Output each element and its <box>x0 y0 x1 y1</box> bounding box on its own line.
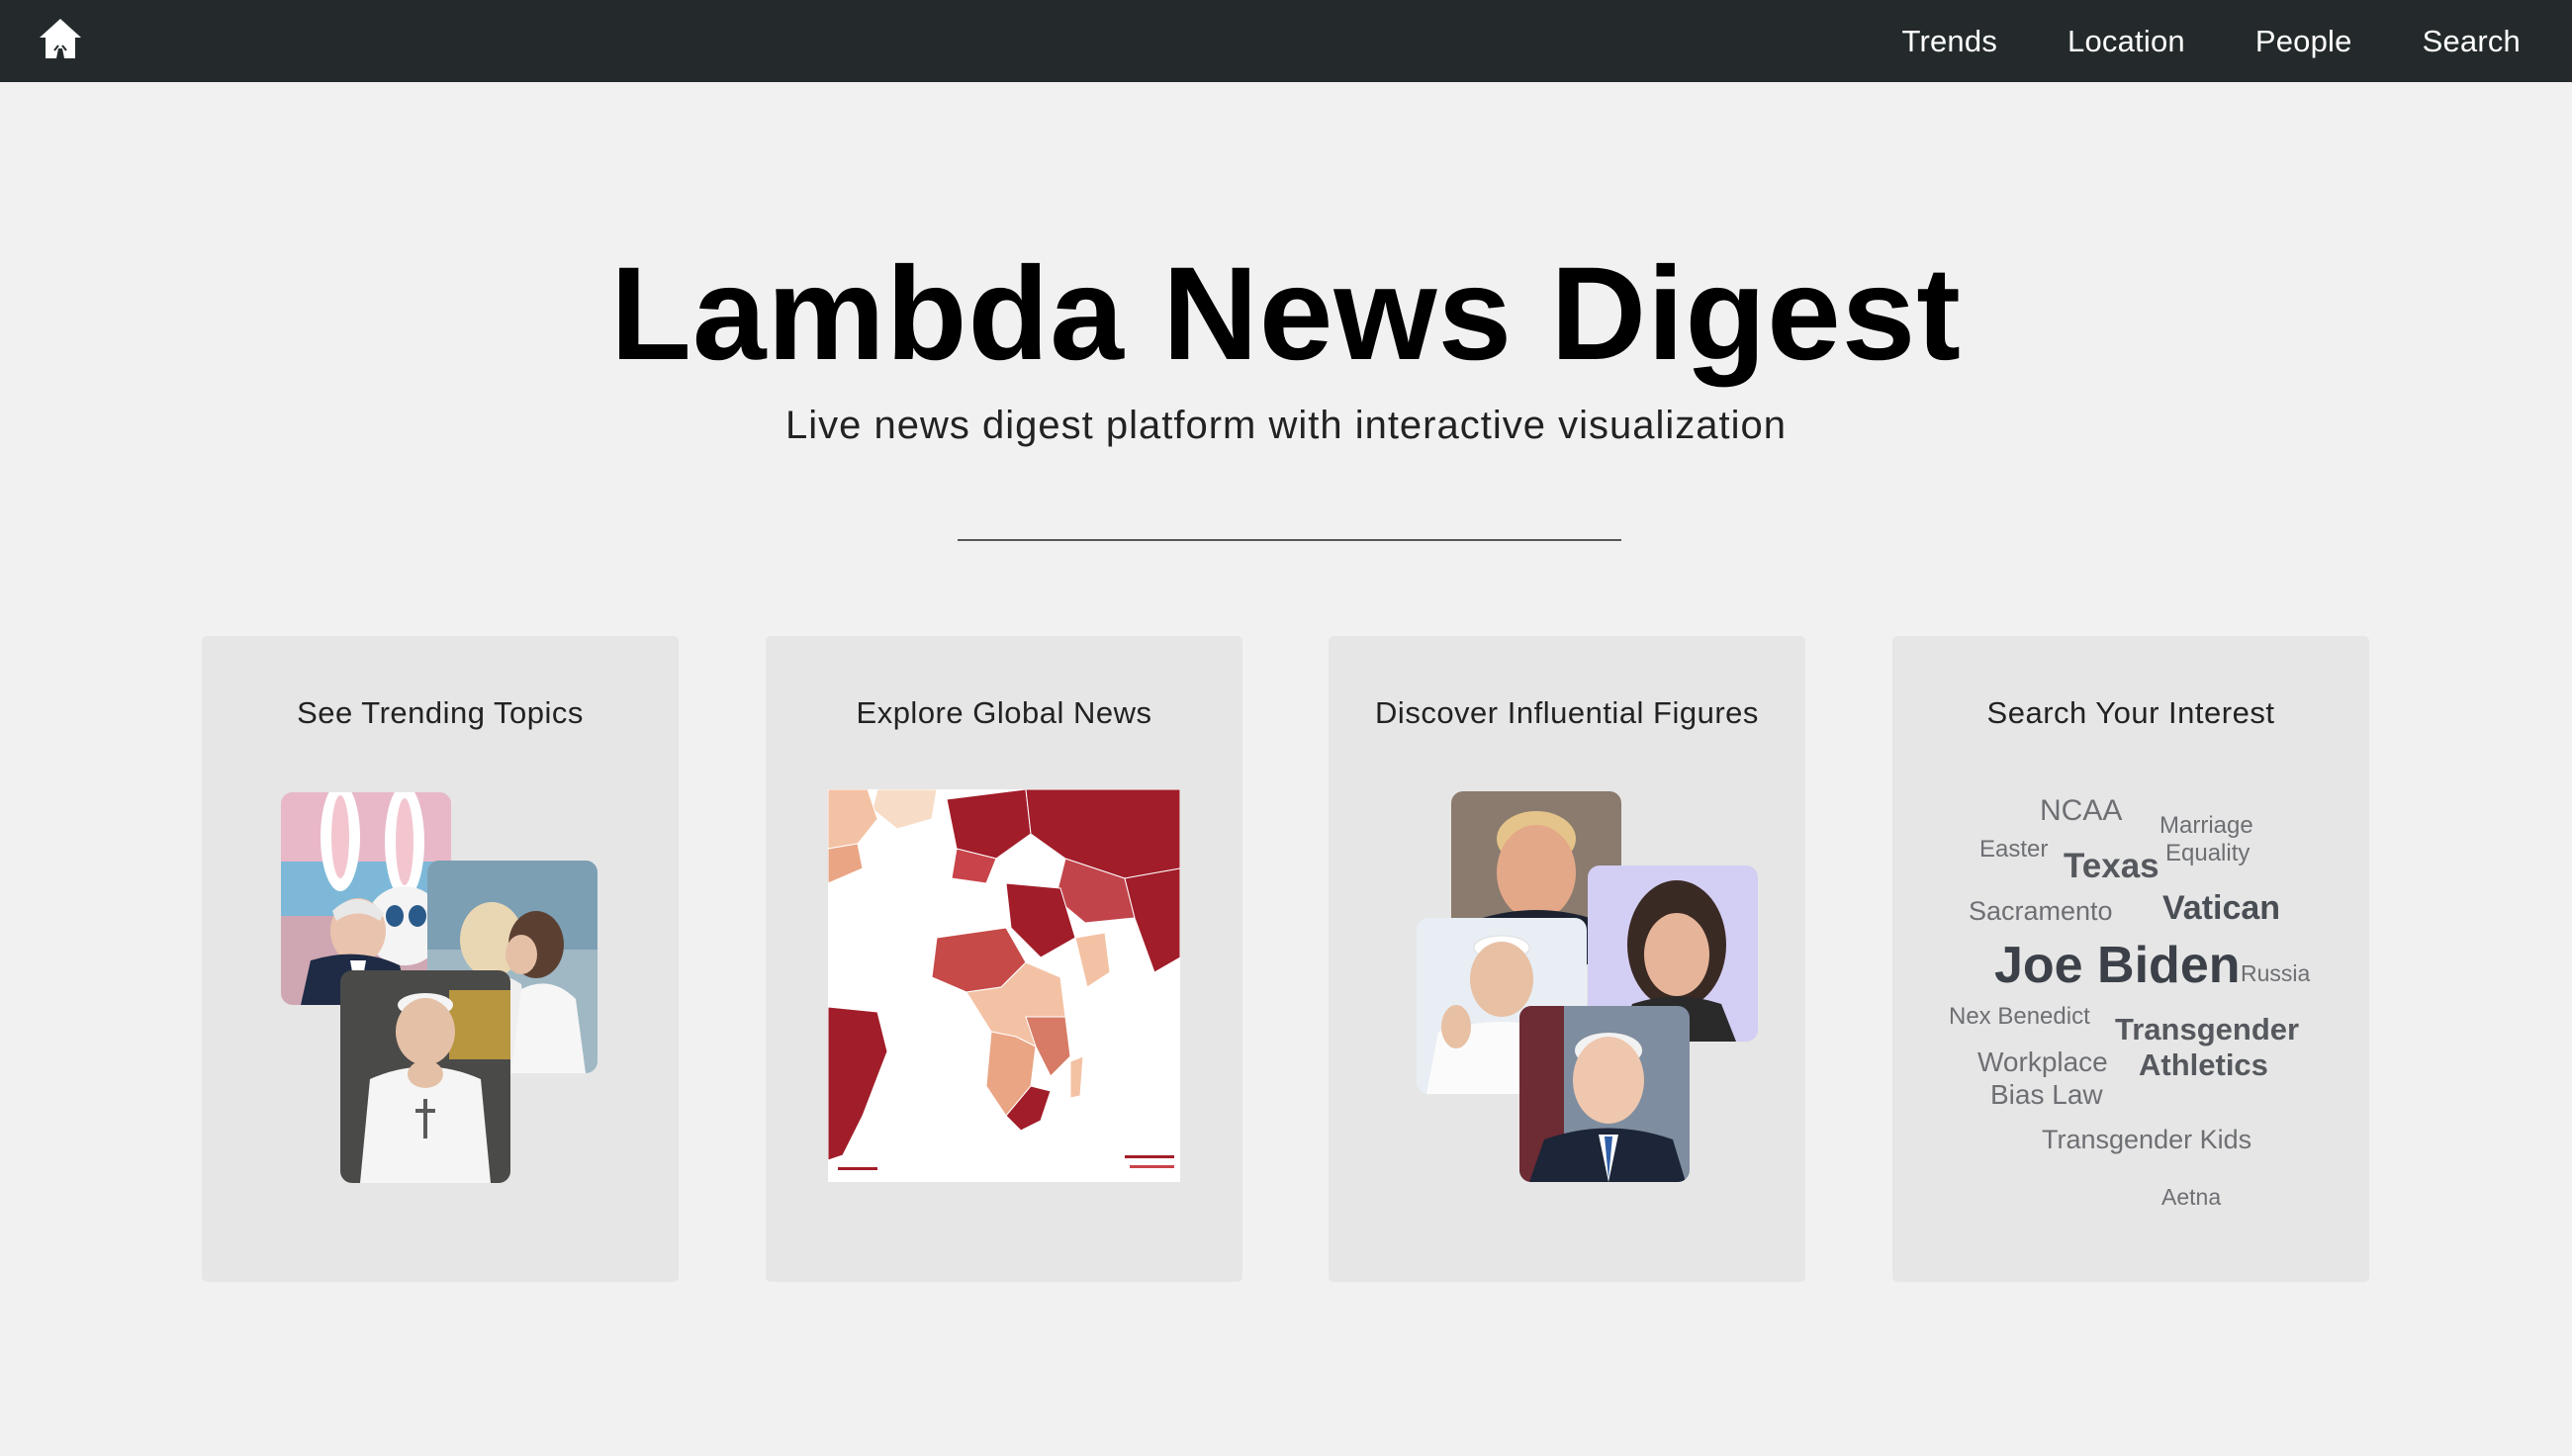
nav-link-people[interactable]: People <box>2255 24 2352 59</box>
card-search-interest[interactable]: Search Your Interest NCAA Marriage Equal… <box>1892 636 2369 1282</box>
card-title: See Trending Topics <box>297 695 584 730</box>
page-subtitle: Live news digest platform with interacti… <box>785 404 1787 447</box>
divider <box>958 539 1621 541</box>
card-title: Explore Global News <box>856 695 1152 730</box>
top-navbar: Trends Location People Search <box>0 0 2572 82</box>
photo-pope-francis <box>340 970 510 1183</box>
nav-link-search[interactable]: Search <box>2423 24 2521 59</box>
word[interactable]: Marriage <box>2159 814 2253 838</box>
word[interactable]: Nex Benedict <box>1949 1005 2090 1029</box>
word[interactable]: Texas <box>2064 849 2159 883</box>
word[interactable]: Athletics <box>2139 1049 2268 1080</box>
word[interactable]: Transgender <box>2115 1014 2299 1045</box>
word[interactable]: Aetna <box>2161 1186 2221 1209</box>
word[interactable]: NCAA <box>2040 796 2122 826</box>
card-global-news[interactable]: Explore Global News <box>766 636 1242 1282</box>
photo-joe-biden <box>1519 1006 1690 1182</box>
word[interactable]: Equality <box>2165 842 2250 865</box>
card-title: Discover Influential Figures <box>1375 695 1759 730</box>
word[interactable]: Easter <box>1979 838 2048 862</box>
card-trending-topics[interactable]: See Trending Topics <box>202 636 679 1282</box>
word[interactable]: Russia <box>2241 962 2310 985</box>
nav-link-location[interactable]: Location <box>2067 24 2185 59</box>
home-icon[interactable] <box>36 15 85 64</box>
word[interactable]: Joe Biden <box>1994 940 2241 991</box>
page-title: Lambda News Digest <box>610 240 1962 388</box>
word[interactable]: Bias Law <box>1990 1081 2103 1109</box>
word[interactable]: Sacramento <box>1969 898 2113 925</box>
nav-links: Trends Location People Search <box>1901 0 2521 82</box>
word-cloud: NCAA Marriage Equality Easter Texas Sacr… <box>1892 636 2369 1282</box>
nav-link-trends[interactable]: Trends <box>1901 24 1997 59</box>
world-choropleth-map <box>828 789 1180 1182</box>
word[interactable]: Vatican <box>2162 891 2280 925</box>
word[interactable]: Transgender Kids <box>2042 1127 2251 1153</box>
word[interactable]: Workplace <box>1977 1048 2108 1076</box>
card-influential-figures[interactable]: Discover Influential Figures <box>1329 636 1805 1282</box>
